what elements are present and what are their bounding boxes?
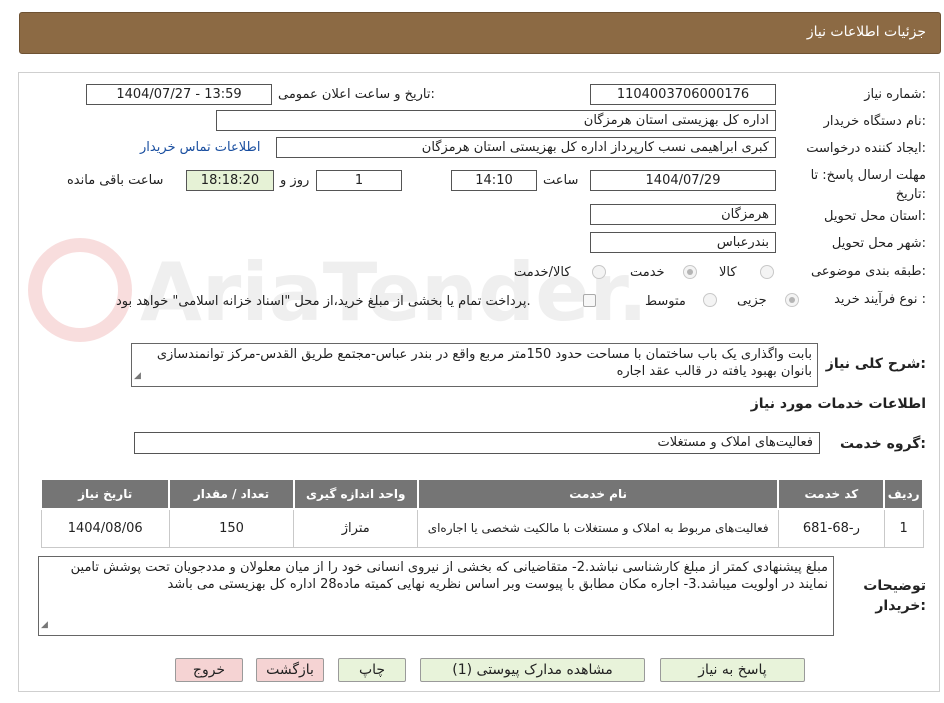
- exit-button[interactable]: خروج: [175, 658, 243, 682]
- category-option-goods-service: کالا/خدمت: [514, 265, 571, 280]
- cell-code: ر-68-681: [777, 508, 885, 548]
- remaining-label: ساعت باقی مانده: [67, 173, 164, 188]
- delivery-province-field: هرمزگان: [590, 204, 776, 225]
- category-option-goods: کالا: [719, 265, 737, 280]
- cell-unit: متراژ: [293, 508, 419, 548]
- reply-button[interactable]: پاسخ به نیاز: [660, 658, 805, 682]
- category-label: طبقه بندی موضوعی:: [810, 264, 926, 279]
- buyer-notes-label: توضیحات خریدار:: [863, 578, 926, 614]
- col-code-header: کد خدمت: [777, 478, 886, 510]
- services-info-heading: اطلاعات خدمات مورد نیاز: [750, 396, 926, 412]
- table-row: 1 ر-68-681 فعالیت‌های مربوط به املاک و م…: [40, 508, 924, 548]
- announce-datetime-label: تاریخ و ساعت اعلان عمومی:: [278, 87, 435, 102]
- page-header: جزئیات اطلاعات نیاز: [19, 12, 941, 54]
- purchase-option-minor: جزیی: [737, 293, 767, 308]
- service-group-label: گروه خدمت:: [840, 436, 926, 452]
- table-header-row: ردیف کد خدمت نام خدمت واحد اندازه گیری ت…: [39, 478, 924, 510]
- purchase-option-medium: متوسط: [645, 294, 686, 309]
- treasury-note: پرداخت تمام یا بخشی از مبلغ خرید،از محل …: [116, 294, 531, 309]
- need-number-label: شماره نیاز:: [864, 87, 926, 102]
- general-desc-label: شرح کلی نیاز:: [825, 356, 926, 372]
- col-qty-header: تعداد / مقدار: [168, 478, 295, 510]
- purchase-radio-minor[interactable]: [785, 293, 799, 307]
- need-number-field: 1104003706000176: [590, 84, 776, 105]
- resize-grip-icon[interactable]: ◢: [134, 368, 141, 385]
- general-desc-textarea[interactable]: بابت واگذاری یک باب ساختمان با مساحت حدو…: [131, 343, 818, 387]
- cell-date: 1404/08/06: [40, 508, 170, 548]
- service-group-field: فعالیت‌های املاک و مستغلات: [134, 432, 820, 454]
- buyer-contact-link[interactable]: اطلاعات تماس خریدار: [140, 140, 260, 155]
- purchase-type-label: نوع فرآیند خرید :: [834, 292, 926, 307]
- category-option-service: خدمت: [630, 265, 665, 280]
- delivery-city-field: بندرعباس: [590, 232, 776, 253]
- page-title: جزئیات اطلاعات نیاز: [806, 24, 926, 40]
- category-radio-goods-service[interactable]: [592, 265, 606, 279]
- buyer-org-label: نام دستگاه خریدار:: [823, 114, 926, 129]
- deadline-hour-label: ساعت: [543, 173, 579, 188]
- deadline-date-field: 1404/07/29: [590, 170, 776, 191]
- delivery-province-label: استان محل تحویل:: [824, 209, 926, 224]
- buyer-notes-text: مبلغ پیشنهادی کمتر از مبلغ کارشناسی نباش…: [70, 560, 828, 592]
- category-radio-goods[interactable]: [760, 265, 774, 279]
- days-field: 1: [316, 170, 402, 191]
- col-row-header: ردیف: [883, 478, 924, 510]
- buyer-org-field: اداره کل بهزیستی استان هرمزگان: [216, 110, 776, 131]
- treasury-checkbox[interactable]: [583, 294, 596, 307]
- requester-label: ایجاد کننده درخواست:: [806, 141, 926, 156]
- print-button[interactable]: چاپ: [338, 658, 406, 682]
- back-button[interactable]: بازگشت: [256, 658, 324, 682]
- deadline-label: مهلت ارسال پاسخ: تا تاریخ:: [810, 168, 926, 202]
- requester-field: کبری ابراهیمی نسب کارپرداز اداره کل بهزی…: [276, 137, 776, 158]
- remaining-time-field: 18:18:20: [186, 170, 274, 191]
- general-desc-text: بابت واگذاری یک باب ساختمان با مساحت حدو…: [156, 347, 812, 379]
- cell-service-name: فعالیت‌های مربوط به املاک و مستغلات با م…: [417, 508, 779, 548]
- day-and-label: روز و: [280, 173, 310, 188]
- buyer-notes-textarea[interactable]: مبلغ پیشنهادی کمتر از مبلغ کارشناسی نباش…: [38, 556, 834, 636]
- deadline-time-field: 14:10: [451, 170, 537, 191]
- cell-row: 1: [883, 508, 924, 548]
- announce-datetime-field: 1404/07/27 - 13:59: [86, 84, 272, 105]
- cell-qty: 150: [168, 508, 295, 548]
- category-radio-service[interactable]: [683, 265, 697, 279]
- delivery-city-label: شهر محل تحویل:: [831, 236, 926, 251]
- services-table: ردیف کد خدمت نام خدمت واحد اندازه گیری ت…: [39, 478, 924, 548]
- col-name-header: نام خدمت: [416, 478, 780, 510]
- purchase-radio-medium[interactable]: [703, 293, 717, 307]
- col-date-header: تاریخ نیاز: [39, 478, 171, 510]
- col-unit-header: واحد اندازه گیری: [292, 478, 419, 510]
- attachments-button[interactable]: مشاهده مدارک پیوستی (1): [420, 658, 645, 682]
- resize-grip-icon[interactable]: ◢: [41, 617, 48, 634]
